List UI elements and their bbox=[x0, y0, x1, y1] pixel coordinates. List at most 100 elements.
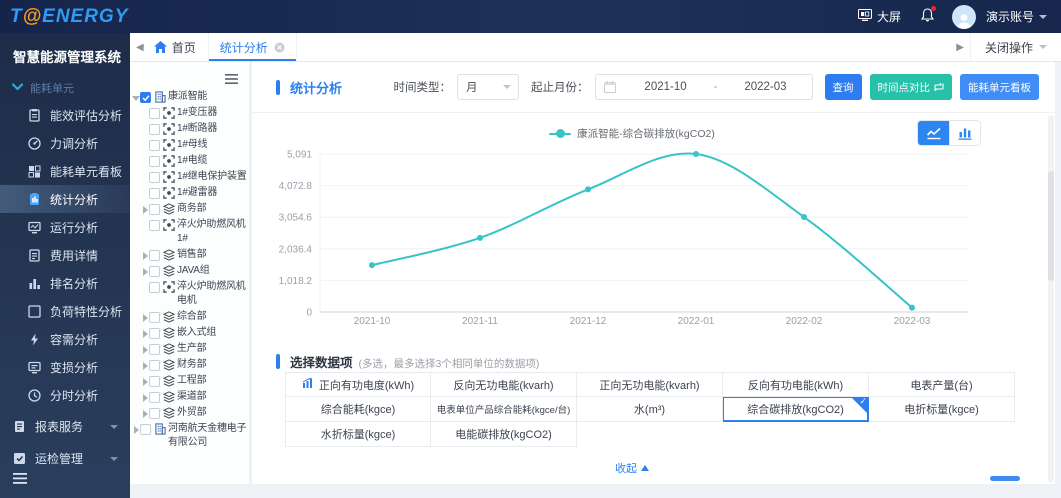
tree-checkbox[interactable] bbox=[149, 171, 160, 183]
tab-home[interactable]: 首页 bbox=[150, 33, 208, 61]
tree-checkbox[interactable] bbox=[149, 281, 160, 293]
vertical-scrollbar-thumb[interactable] bbox=[1048, 171, 1054, 281]
tree-menu-icon[interactable] bbox=[225, 71, 238, 89]
sidebar-item-7[interactable]: 负荷特性分析 bbox=[0, 297, 130, 325]
tree-checkbox[interactable] bbox=[149, 359, 160, 371]
collapse-link[interactable]: 收起 bbox=[252, 460, 1012, 476]
data-item-cell[interactable]: 综合碳排放(kgCO2) ✓ bbox=[723, 396, 869, 422]
tree-caret[interactable] bbox=[132, 94, 140, 101]
tab-statistics[interactable]: 统计分析 bbox=[207, 33, 297, 61]
sidebar-top-item-1[interactable]: 运检管理 bbox=[0, 444, 130, 473]
tree-caret[interactable] bbox=[141, 252, 149, 260]
month-range-input[interactable]: 2021-10 - 2022-03 bbox=[594, 74, 813, 100]
tree-checkbox[interactable] bbox=[149, 107, 160, 119]
tree-checkbox[interactable] bbox=[149, 219, 160, 231]
sidebar-item-6[interactable]: 排名分析 bbox=[0, 269, 130, 297]
bar-chart-toggle[interactable] bbox=[949, 121, 980, 145]
tree-node-6[interactable]: 1#避雷器 bbox=[141, 185, 249, 201]
query-button[interactable]: 查询 bbox=[824, 74, 862, 100]
tree-checkbox[interactable] bbox=[140, 423, 151, 435]
vertical-scrollbar[interactable] bbox=[1048, 115, 1054, 483]
data-item-cell[interactable]: 综合能耗(kgce) bbox=[285, 397, 431, 422]
sidebar-item-9[interactable]: 变损分析 bbox=[0, 353, 130, 381]
data-item-cell[interactable]: 正向有功电度(kWh) bbox=[285, 372, 431, 397]
tree-node-13[interactable]: 嵌入式组 bbox=[141, 325, 249, 341]
tree-node-4[interactable]: 1#电缆 bbox=[141, 153, 249, 169]
tree-caret[interactable] bbox=[132, 426, 140, 434]
tree-node-5[interactable]: 1#继电保护装置 bbox=[141, 169, 249, 185]
chart-legend[interactable]: 康派智能-综合碳排放(kgCO2) bbox=[252, 126, 1012, 141]
tree-checkbox[interactable] bbox=[140, 91, 151, 103]
sidebar-top-item-0[interactable]: 报表服务 bbox=[0, 412, 130, 441]
tree-checkbox[interactable] bbox=[149, 265, 160, 277]
tree-node-11[interactable]: 淬火炉助燃风机电机 bbox=[141, 279, 249, 309]
data-item-cell[interactable]: 反向有功电能(kWh) bbox=[723, 372, 869, 397]
tree-checkbox[interactable] bbox=[149, 249, 160, 261]
tree-checkbox[interactable] bbox=[149, 187, 160, 199]
tree-caret[interactable] bbox=[141, 346, 149, 354]
data-item-cell[interactable]: 反向无功电能(kvarh) bbox=[431, 372, 577, 397]
time-type-select[interactable]: 月 bbox=[457, 74, 519, 100]
tree-caret[interactable] bbox=[141, 378, 149, 386]
range-end-value[interactable]: 2022-03 bbox=[719, 81, 811, 93]
tree-node-1[interactable]: 1#变压器 bbox=[141, 105, 249, 121]
tree-caret[interactable] bbox=[141, 394, 149, 402]
range-start-value[interactable]: 2021-10 bbox=[620, 81, 712, 93]
tree-checkbox[interactable] bbox=[149, 203, 160, 215]
tree-caret[interactable] bbox=[141, 362, 149, 370]
tree-checkbox[interactable] bbox=[149, 139, 160, 151]
tree-checkbox[interactable] bbox=[149, 343, 160, 355]
tree-node-17[interactable]: 渠道部 bbox=[141, 389, 249, 405]
notification-bell[interactable] bbox=[920, 6, 936, 25]
tabs-scroll-left[interactable]: ◀ bbox=[130, 42, 150, 53]
data-item-cell[interactable]: 电表单位产品综合能耗(kgce/台) bbox=[431, 397, 577, 422]
line-chart-toggle[interactable] bbox=[918, 121, 949, 145]
tree-node-18[interactable]: 外贸部 bbox=[141, 405, 249, 421]
time-compare-button[interactable]: 时间点对比 bbox=[869, 74, 952, 100]
sidebar-item-1[interactable]: 力调分析 bbox=[0, 129, 130, 157]
close-operations-menu[interactable]: 关闭操作 bbox=[969, 33, 1061, 61]
avatar[interactable] bbox=[951, 4, 976, 29]
sidebar-collapse-button[interactable] bbox=[13, 471, 27, 489]
tabs-scroll-right[interactable]: ▶ bbox=[950, 42, 970, 53]
tree-node-14[interactable]: 生产部 bbox=[141, 341, 249, 357]
tree-caret[interactable] bbox=[141, 206, 149, 214]
tree-node-12[interactable]: 综合部 bbox=[141, 309, 249, 325]
data-item-cell[interactable]: 水(m³) bbox=[577, 397, 723, 422]
tree-checkbox[interactable] bbox=[149, 155, 160, 167]
account-menu[interactable]: 演示账号 bbox=[986, 8, 1047, 25]
data-item-cell[interactable]: 电能碳排放(kgCO2) bbox=[431, 422, 577, 447]
tree-node-10[interactable]: JAVA组 bbox=[141, 263, 249, 279]
tree-node-0[interactable]: 康派智能 bbox=[132, 89, 249, 105]
tree-checkbox[interactable] bbox=[149, 327, 160, 339]
sidebar-item-2[interactable]: 能耗单元看板 bbox=[0, 157, 130, 185]
tree-checkbox[interactable] bbox=[149, 375, 160, 387]
tree-node-2[interactable]: 1#断路器 bbox=[141, 121, 249, 137]
tree-node-7[interactable]: 商务部 bbox=[141, 201, 249, 217]
sidebar-item-8[interactable]: 容需分析 bbox=[0, 325, 130, 353]
tree-node-16[interactable]: 工程部 bbox=[141, 373, 249, 389]
sidebar-item-3[interactable]: 统计分析 bbox=[0, 185, 130, 213]
energy-unit-board-button[interactable]: 能耗单元看板 bbox=[960, 74, 1039, 100]
tree-caret[interactable] bbox=[141, 410, 149, 418]
tree-caret[interactable] bbox=[141, 268, 149, 276]
sidebar-item-5[interactable]: 费用详情 bbox=[0, 241, 130, 269]
tree-checkbox[interactable] bbox=[149, 391, 160, 403]
close-icon[interactable] bbox=[274, 42, 285, 53]
data-item-cell[interactable]: 电折标量(kgce) bbox=[869, 397, 1015, 422]
tree-checkbox[interactable] bbox=[149, 123, 160, 135]
sidebar-item-0[interactable]: 能效评估分析 bbox=[0, 101, 130, 129]
tree-node-15[interactable]: 财务部 bbox=[141, 357, 249, 373]
sidebar-item-10[interactable]: 分时分析 bbox=[0, 381, 130, 409]
tree-node-8[interactable]: 淬火炉助燃风机1# bbox=[141, 217, 249, 247]
tree-caret[interactable] bbox=[141, 314, 149, 322]
big-screen-button[interactable]: 大屏 bbox=[857, 8, 901, 25]
sidebar-group-energy-unit[interactable]: 能耗单元 bbox=[11, 80, 130, 96]
tree-node-9[interactable]: 销售部 bbox=[141, 247, 249, 263]
horizontal-scrollbar-thumb[interactable] bbox=[990, 476, 1020, 481]
tree-node-3[interactable]: 1#母线 bbox=[141, 137, 249, 153]
tree-checkbox[interactable] bbox=[149, 407, 160, 419]
data-item-cell[interactable]: 电表产量(台) bbox=[869, 372, 1015, 397]
tree-caret[interactable] bbox=[141, 330, 149, 338]
data-item-cell[interactable]: 水折标量(kgce) bbox=[285, 422, 431, 447]
